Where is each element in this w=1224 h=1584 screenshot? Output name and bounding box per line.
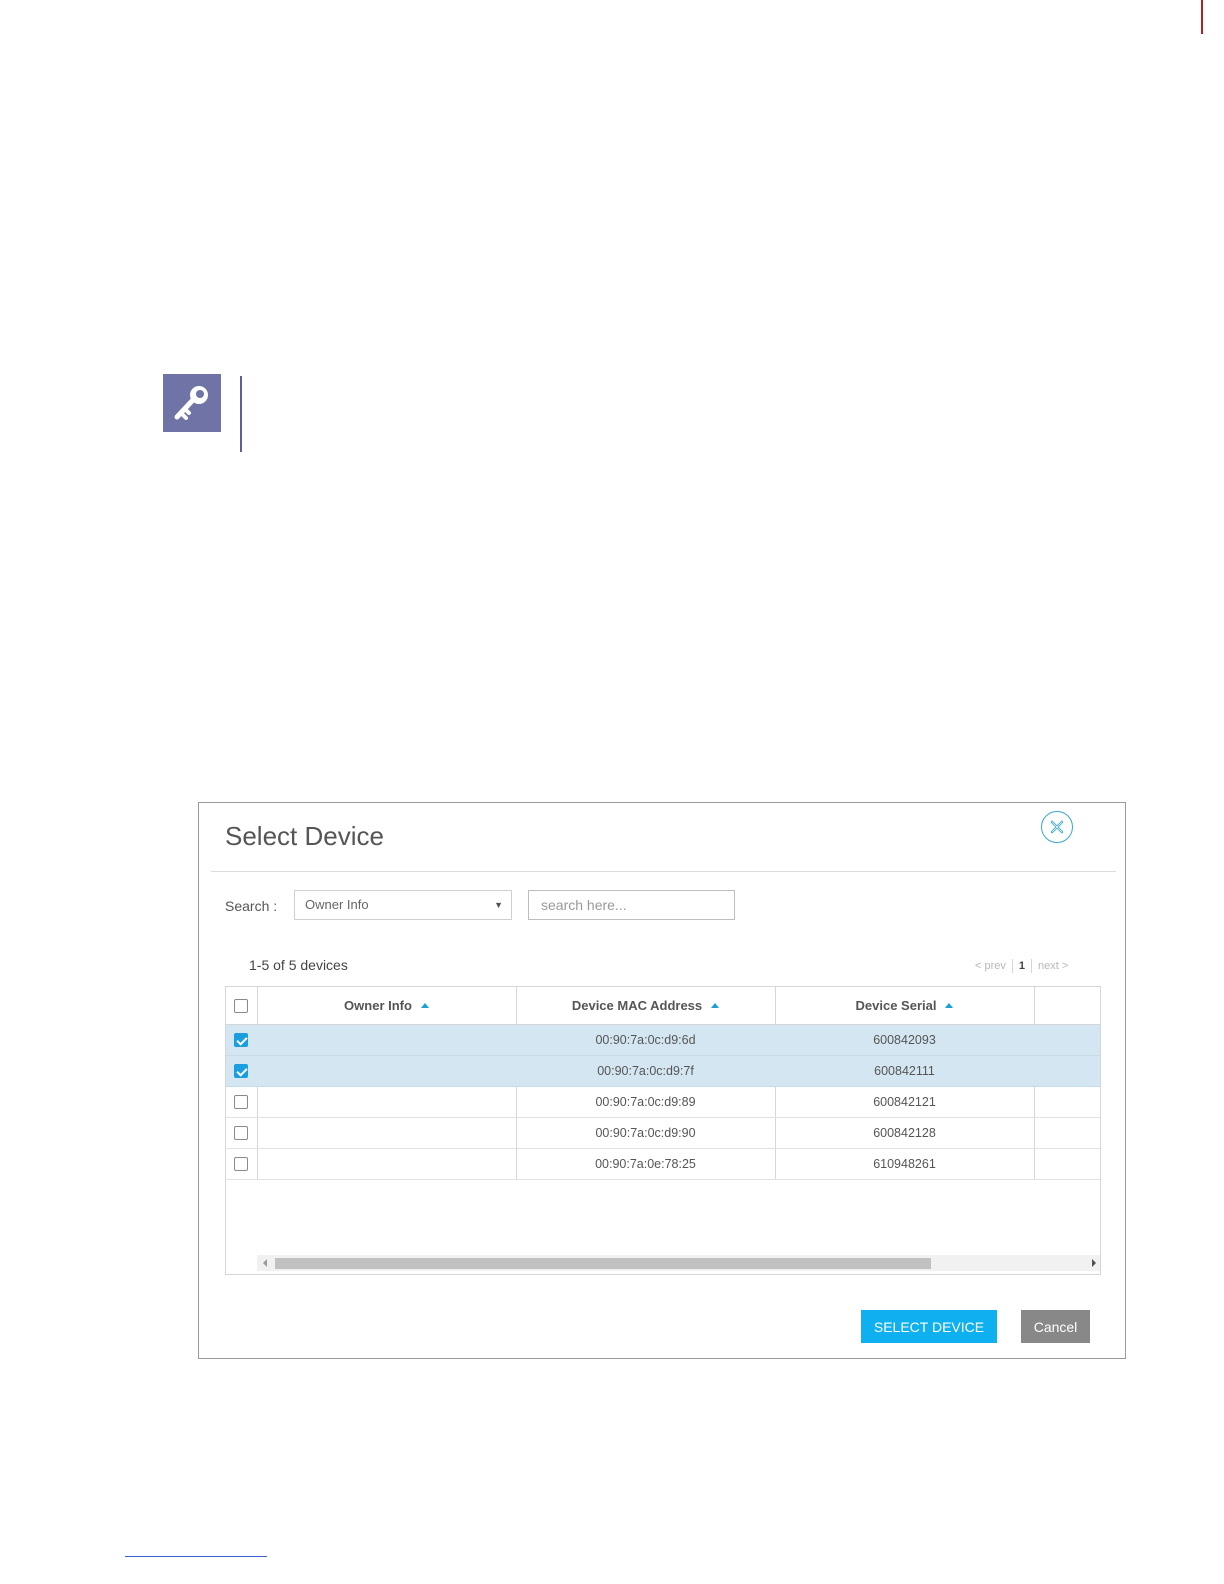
- title-divider: [211, 871, 1116, 872]
- mac-cell: 00:90:7a:0c:d9:90: [516, 1117, 776, 1149]
- owner-cell: [257, 1117, 517, 1149]
- pager-separator: [1011, 959, 1013, 973]
- next-link[interactable]: next >: [1038, 960, 1068, 972]
- column-header-extra: [1034, 987, 1100, 1025]
- scrollbar-thumb[interactable]: [275, 1258, 931, 1269]
- select-device-button[interactable]: SELECT DEVICE: [861, 1310, 997, 1343]
- extra-cell: [1034, 1024, 1100, 1056]
- mac-cell: 00:90:7a:0c:d9:89: [516, 1086, 776, 1118]
- mac-cell: 00:90:7a:0e:78:25: [516, 1148, 776, 1180]
- column-header-owner-info[interactable]: Owner Info: [257, 987, 517, 1025]
- search-field-value: Owner Info: [305, 897, 369, 912]
- pagination: < prev 1 next >: [975, 959, 1068, 973]
- footnote-separator: [125, 1556, 267, 1557]
- sort-up-icon: [945, 1002, 954, 1008]
- owner-cell: [257, 1024, 517, 1056]
- table-row[interactable]: 00:90:7a:0c:d9:7f 600842111: [226, 1055, 1100, 1087]
- page-edge-rule: [1201, 0, 1203, 34]
- pager-separator: [1031, 959, 1033, 973]
- current-page[interactable]: 1: [1019, 960, 1025, 972]
- row-checkbox[interactable]: [234, 1156, 249, 1171]
- chevron-down-icon: ▼: [494, 900, 503, 910]
- device-table: Owner Info Device MAC Address Device Ser…: [225, 986, 1101, 1275]
- sort-up-icon: [420, 1002, 429, 1008]
- column-header-serial[interactable]: Device Serial: [775, 987, 1035, 1025]
- serial-cell: 600842093: [775, 1024, 1035, 1056]
- table-row[interactable]: 00:90:7a:0c:d9:90 600842128: [226, 1117, 1100, 1149]
- sort-up-icon: [711, 1002, 720, 1008]
- owner-cell: [257, 1148, 517, 1180]
- result-count: 1-5 of 5 devices: [249, 957, 348, 973]
- scroll-right-icon[interactable]: [1092, 1259, 1096, 1267]
- table-row[interactable]: 00:90:7a:0e:78:25 610948261: [226, 1148, 1100, 1180]
- key-icon: [163, 374, 221, 432]
- row-checkbox[interactable]: [234, 1125, 249, 1140]
- scroll-left-icon[interactable]: [263, 1259, 267, 1267]
- search-label: Search :: [225, 898, 278, 914]
- mac-cell: 00:90:7a:0c:d9:6d: [516, 1024, 776, 1056]
- table-row[interactable]: 00:90:7a:0c:d9:6d 600842093: [226, 1024, 1100, 1056]
- cancel-button[interactable]: Cancel: [1021, 1310, 1090, 1343]
- close-circle-icon[interactable]: [1041, 811, 1073, 843]
- search-input[interactable]: search here...: [528, 890, 735, 920]
- prev-link[interactable]: < prev: [975, 960, 1006, 972]
- row-checkbox[interactable]: [234, 1063, 249, 1078]
- mac-cell: 00:90:7a:0c:d9:7f: [516, 1055, 776, 1087]
- dialog-title: Select Device: [225, 821, 384, 851]
- table-row[interactable]: 00:90:7a:0c:d9:89 600842121: [226, 1086, 1100, 1118]
- extra-cell: [1034, 1055, 1100, 1087]
- column-header-mac[interactable]: Device MAC Address: [516, 987, 776, 1025]
- table-header-row: Owner Info Device MAC Address Device Ser…: [226, 987, 1100, 1025]
- serial-cell: 610948261: [775, 1148, 1035, 1180]
- serial-cell: 600842121: [775, 1086, 1035, 1118]
- extra-cell: [1034, 1148, 1100, 1180]
- select-all-checkbox[interactable]: [234, 999, 249, 1014]
- extra-cell: [1034, 1086, 1100, 1118]
- select-device-dialog: Select Device Search : Owner Info ▼ sear…: [198, 802, 1126, 1359]
- search-field-select[interactable]: Owner Info ▼: [294, 890, 512, 920]
- serial-cell: 600842128: [775, 1117, 1035, 1149]
- extra-cell: [1034, 1117, 1100, 1149]
- row-checkbox[interactable]: [234, 1032, 249, 1047]
- owner-cell: [257, 1086, 517, 1118]
- owner-cell: [257, 1055, 517, 1087]
- horizontal-scrollbar[interactable]: [257, 1255, 1100, 1271]
- note-divider: [240, 376, 242, 452]
- serial-cell: 600842111: [775, 1055, 1035, 1087]
- select-all-cell: [226, 987, 258, 1025]
- row-checkbox[interactable]: [234, 1094, 249, 1109]
